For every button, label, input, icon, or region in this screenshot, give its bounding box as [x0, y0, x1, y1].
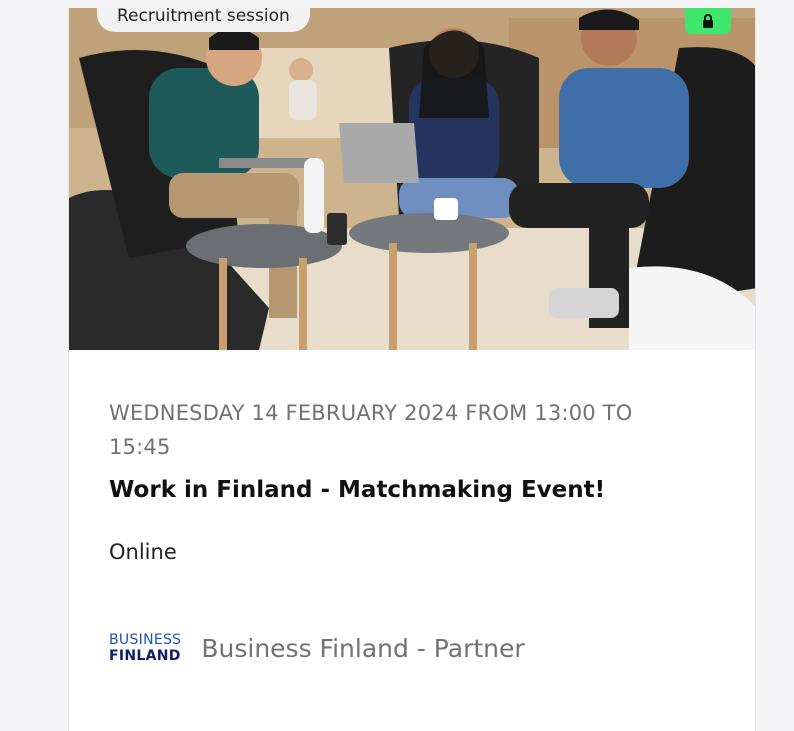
- logo-line1: BUSINESS: [109, 632, 182, 648]
- event-photo-illustration: [69, 8, 755, 350]
- page: Recruitment session Wednesday 14 Februar…: [0, 0, 794, 731]
- organizer: BUSINESS FINLAND Business Finland - Part…: [109, 632, 525, 664]
- organizer-name: Business Finland - Partner: [201, 633, 525, 663]
- logo-line2: FINLAND: [109, 648, 181, 664]
- business-finland-logo: BUSINESS FINLAND: [109, 632, 181, 664]
- event-date: Wednesday 14 February 2024 from 13:00 to…: [109, 401, 633, 459]
- category-badge-label: Recruitment session: [117, 8, 290, 26]
- event-title[interactable]: Work in Finland - Matchmaking Event!: [109, 477, 729, 503]
- event-card[interactable]: Recruitment session Wednesday 14 Februar…: [68, 8, 756, 731]
- lock-icon: [703, 14, 713, 28]
- lock-badge: [685, 8, 731, 34]
- category-badge: Recruitment session: [97, 8, 310, 32]
- event-location: Online: [109, 540, 177, 564]
- event-photo[interactable]: Recruitment session: [69, 8, 755, 350]
